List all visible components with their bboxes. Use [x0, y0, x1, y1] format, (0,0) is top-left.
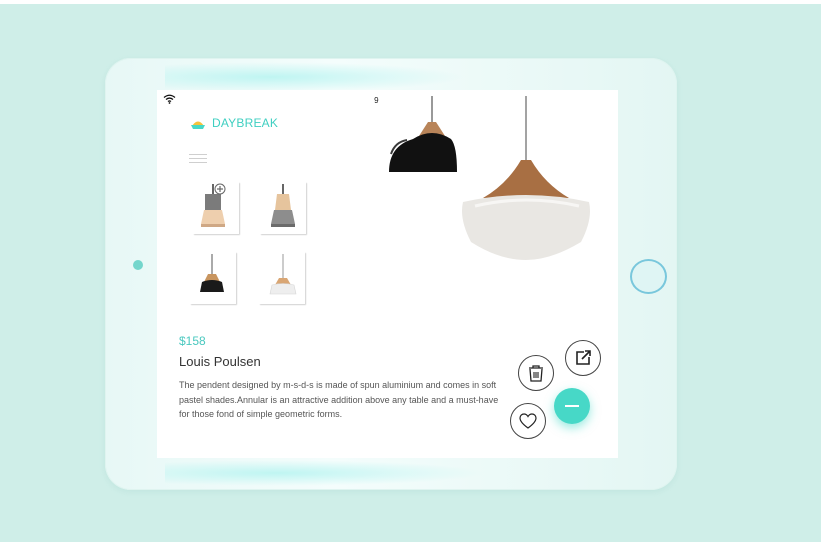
thumbnail-white-wood-pendant[interactable] [259, 252, 305, 304]
tablet-glow-bottom [165, 460, 485, 486]
pendant-lamp-logo [191, 121, 205, 129]
hamburger-menu-icon[interactable] [189, 154, 207, 165]
heart-icon [519, 413, 537, 429]
wood-grey-pendant-image [271, 184, 295, 227]
white-wood-pendant-image [269, 254, 297, 295]
thumbnail-grey-wood-pendant[interactable] [193, 182, 239, 234]
app-name: DAYBREAK [212, 116, 279, 130]
tablet-home-button[interactable] [630, 259, 667, 294]
product-price: $158 [179, 334, 206, 348]
trash-icon [529, 365, 543, 382]
tablet-camera [133, 260, 143, 270]
minus-fab-button[interactable] [554, 388, 590, 424]
zoom-badge-icon[interactable] [214, 183, 226, 195]
thumbnail-wood-grey-pendant[interactable] [260, 182, 306, 234]
product-title: Louis Poulsen [179, 354, 261, 369]
product-description: The pendent designed by m-s-d-s is made … [179, 380, 499, 419]
share-button[interactable] [565, 340, 601, 376]
minus-icon [565, 405, 579, 407]
product-hero-image [379, 94, 618, 264]
external-link-icon [576, 350, 591, 365]
app-screen: 9:41am DAYBREAK [157, 90, 618, 458]
black-wood-pendant-image [200, 254, 224, 292]
delete-button[interactable] [518, 355, 554, 391]
favorite-button[interactable] [510, 403, 546, 439]
tablet-glow-top [165, 62, 465, 92]
thumbnail-black-wood-pendant[interactable] [190, 252, 236, 304]
